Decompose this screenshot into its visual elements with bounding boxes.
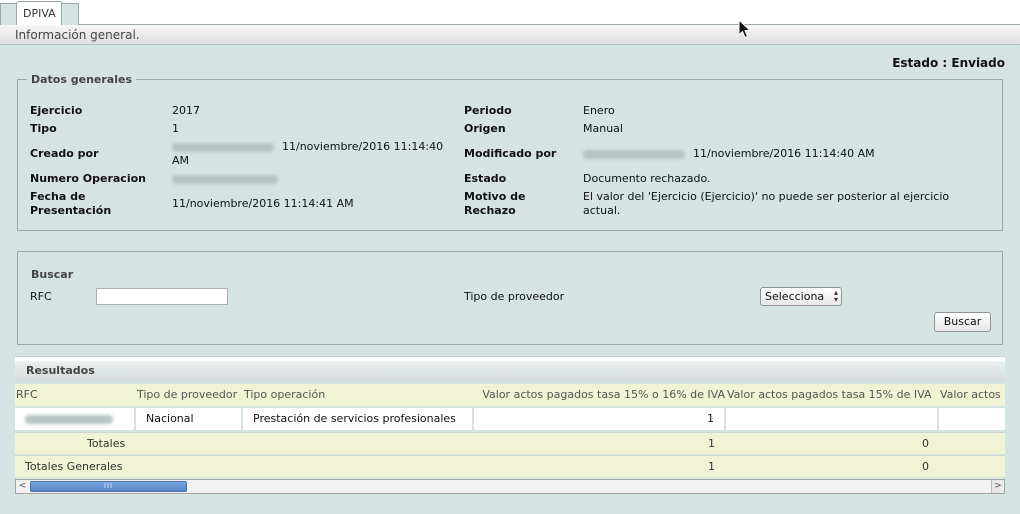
fecha-presentacion-value: 11/noviembre/2016 11:14:41 AM	[172, 197, 354, 210]
motivo-rechazo-value: El valor del 'Ejercicio (Ejercicio)' no …	[583, 190, 950, 217]
totales-valor-15: 0	[922, 437, 929, 450]
creado-por-value: 11/noviembre/2016 11:14:40 AM	[172, 140, 457, 168]
origen-label: Origen	[464, 122, 506, 135]
tab-stub-left[interactable]	[0, 3, 17, 25]
ejercicio-value: 2017	[172, 104, 200, 117]
scroll-right-icon[interactable]: >	[991, 480, 1004, 493]
col-tipo-proveedor[interactable]: Tipo de proveedor	[137, 384, 243, 406]
tab-stub-right[interactable]	[61, 3, 79, 25]
resultados-header: Resultados	[15, 356, 1005, 382]
up-down-arrows-icon: ▴ ▾	[833, 288, 838, 304]
modificado-por-value: 11/noviembre/2016 11:14:40 AM	[583, 147, 875, 161]
datos-generales-legend: Datos generales	[31, 73, 132, 86]
redacted-creator-name	[172, 142, 274, 152]
col-valor-actos[interactable]: Valor actos	[940, 384, 1005, 406]
subheader-title: Información general.	[0, 25, 1020, 45]
totales-generales-valor-15-16: 1	[708, 460, 715, 473]
rfc-input[interactable]	[96, 288, 228, 305]
fecha-presentacion-label: Fecha de Presentación	[30, 190, 112, 217]
estado-field-label: Estado	[464, 172, 507, 185]
modificado-por-label: Modificado por	[464, 147, 557, 160]
totales-label: Totales	[87, 437, 126, 450]
buscar-title: Buscar	[31, 268, 74, 281]
ejercicio-label: Ejercicio	[30, 104, 83, 117]
numero-operacion-label: Numero Operacion	[30, 172, 146, 185]
rfc-label: RFC	[30, 290, 52, 303]
horizontal-scrollbar[interactable]: < III >	[15, 479, 1005, 494]
table-row[interactable]: Nacional Prestación de servicios profesi…	[15, 407, 1005, 431]
row-valor-15	[726, 408, 937, 430]
totales-row: Totales 1 0	[15, 432, 1005, 454]
mouse-cursor-icon	[738, 19, 752, 39]
row-tipo-operacion: Prestación de servicios profesionales	[243, 408, 472, 430]
periodo-label: Periodo	[464, 104, 512, 117]
tipo-proveedor-label: Tipo de proveedor	[464, 290, 565, 303]
motivo-rechazo-label: Motivo de Rechazo	[464, 190, 526, 217]
row-rfc-cell	[15, 408, 134, 430]
periodo-value: Enero	[583, 104, 615, 117]
scrollbar-thumb[interactable]: III	[30, 481, 187, 492]
modificado-por-date: 11/noviembre/2016 11:14:40 AM	[693, 147, 875, 160]
tab-dpiva[interactable]: DPIVA	[16, 1, 63, 26]
tipo-proveedor-selected: Selecciona	[765, 290, 825, 303]
estado-label: Estado : Enviado	[892, 56, 1005, 70]
scroll-left-icon[interactable]: <	[16, 480, 29, 493]
totales-generales-valor-15: 0	[922, 460, 929, 473]
col-valor-15-16[interactable]: Valor actos pagados tasa 15% o 16% de IV…	[474, 384, 725, 406]
row-valor-15-16: 1	[474, 408, 724, 430]
tab-bar: DPIVA	[0, 0, 1020, 26]
numero-operacion-value	[172, 172, 286, 186]
col-tipo-operacion[interactable]: Tipo operación	[244, 384, 474, 406]
tipo-proveedor-select[interactable]: Selecciona ▴ ▾	[760, 287, 842, 306]
creado-por-label: Creado por	[30, 147, 99, 160]
redacted-rfc	[25, 414, 113, 424]
col-valor-15[interactable]: Valor actos pagados tasa 15% de IVA	[727, 384, 940, 406]
tipo-value: 1	[172, 122, 179, 135]
col-rfc[interactable]: RFC	[16, 384, 134, 406]
origen-value: Manual	[583, 122, 623, 135]
redacted-operation-number	[172, 174, 278, 184]
redacted-modifier-name	[583, 149, 685, 159]
totales-generales-label: Totales Generales	[25, 460, 123, 473]
totales-generales-row: Totales Generales 1 0	[15, 455, 1005, 477]
row-valor-actos	[939, 408, 1005, 430]
tipo-label: Tipo	[30, 122, 57, 135]
totales-valor-15-16: 1	[708, 437, 715, 450]
estado-field-value: Documento rechazado.	[583, 172, 711, 185]
resultados-title: Resultados	[26, 364, 95, 377]
row-tipo-proveedor: Nacional	[136, 408, 241, 430]
buscar-button[interactable]: Buscar	[934, 312, 991, 332]
table-header-row: RFC Tipo de proveedor Tipo operación Val…	[15, 384, 1005, 406]
